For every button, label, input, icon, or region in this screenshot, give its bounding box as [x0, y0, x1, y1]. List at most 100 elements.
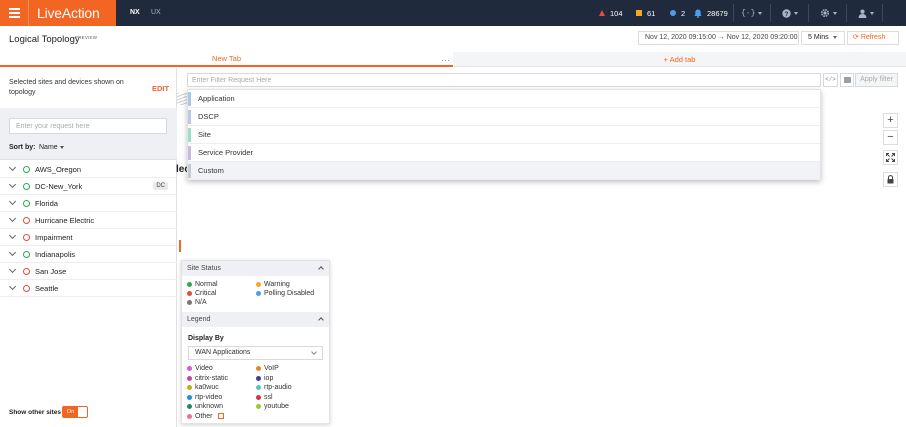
status-label: Critical — [195, 290, 217, 297]
legend-label: ssl — [264, 393, 273, 401]
filter-option-custom[interactable]: Custom — [188, 162, 820, 180]
site-row[interactable]: Impairment — [0, 229, 177, 246]
user-menu[interactable] — [858, 0, 874, 26]
chevron-down-icon[interactable] — [8, 163, 17, 172]
refresh-button[interactable]: ⟳ Refresh — [847, 31, 899, 45]
legend-dot-icon — [187, 366, 192, 371]
time-range-picker[interactable]: Nov 12, 2020 09:15:00 → Nov 12, 2020 09:… — [638, 31, 799, 45]
sort-select[interactable]: Name — [39, 144, 64, 151]
filter-option-site[interactable]: Site — [188, 126, 820, 144]
nav-separator — [882, 4, 883, 22]
site-status-icon — [23, 182, 30, 190]
zoom-in-button[interactable]: + — [883, 113, 898, 128]
edit-sites-button[interactable]: EDIT — [152, 84, 169, 93]
legend-item: unknown — [187, 403, 223, 410]
site-status-icon — [23, 216, 30, 224]
site-search-input[interactable] — [9, 118, 167, 134]
site-row[interactable]: Florida — [0, 195, 177, 212]
topology-edge-marker — [179, 240, 181, 252]
site-status-header[interactable]: Site Status — [182, 261, 329, 276]
help-menu[interactable]: ? — [782, 0, 798, 26]
legend-dot-icon — [187, 413, 192, 419]
filter-option-service-provider[interactable]: Service Provider — [188, 144, 820, 162]
save-filter-button[interactable] — [840, 73, 854, 87]
site-row[interactable]: Seattle — [0, 280, 177, 297]
legend-dot-icon — [187, 385, 192, 390]
zoom-out-button[interactable]: − — [883, 130, 898, 145]
site-status-icon — [23, 165, 30, 173]
fit-view-button[interactable] — [883, 150, 898, 165]
site-row[interactable]: Hurricane Electric — [0, 212, 177, 229]
chevron-down-icon[interactable] — [8, 231, 17, 240]
code-view-button[interactable]: </> — [823, 73, 838, 87]
chevron-down-icon[interactable] — [8, 282, 17, 291]
chevron-down-icon — [870, 11, 874, 15]
chevron-down-icon[interactable] — [8, 265, 17, 274]
site-name: Impairment — [35, 232, 73, 242]
chevron-down-icon — [832, 35, 837, 39]
lock-button[interactable] — [883, 172, 898, 187]
filter-option-application[interactable]: Application — [188, 90, 820, 108]
chevron-up-icon[interactable] — [318, 317, 324, 323]
tools-menu[interactable]: {·} — [741, 0, 763, 26]
nav-separator — [846, 4, 847, 22]
chevron-down-icon[interactable] — [8, 180, 17, 189]
site-row[interactable]: DC-New_York DC — [0, 178, 177, 195]
status-legend-item: N/A — [187, 299, 207, 306]
chevron-down-icon[interactable] — [8, 248, 17, 257]
site-row[interactable]: Indianapolis — [0, 246, 177, 263]
chevron-up-icon[interactable] — [318, 266, 324, 272]
apply-filter-button[interactable]: Apply filter — [855, 73, 898, 87]
tab-new-tab[interactable]: New Tab — [0, 52, 453, 67]
legend-item: ssl — [256, 394, 273, 401]
legend-header[interactable]: Legend — [182, 312, 329, 327]
info-alerts[interactable]: 2 — [670, 0, 685, 26]
legend-title: Legend — [187, 316, 211, 323]
info-dot-icon — [670, 10, 676, 16]
warning-alerts[interactable]: 61 — [636, 0, 655, 26]
notification-count: 28679 — [707, 8, 728, 18]
filter-option-dscp[interactable]: DSCP — [188, 108, 820, 126]
display-by-label: Display By — [188, 335, 224, 342]
settings-menu[interactable] — [820, 0, 837, 26]
legend-label: Video — [195, 365, 213, 372]
status-label: N/A — [195, 299, 207, 306]
interval-select[interactable]: 5 Mins — [801, 31, 845, 45]
topology-link-fragment — [177, 93, 187, 105]
legend-label: VoIP — [264, 365, 279, 372]
legend-dot-icon — [187, 404, 192, 409]
user-icon — [858, 9, 867, 18]
nav-tab-nx[interactable]: NX — [130, 0, 140, 26]
tab-more-icon[interactable]: … — [441, 52, 450, 65]
legend-dot-icon — [256, 394, 261, 400]
show-other-sites-label: Show other sites — [9, 409, 62, 416]
chevron-down-icon[interactable] — [8, 197, 17, 206]
add-tab-button[interactable]: + Add tab — [453, 52, 906, 67]
legend-item: youtube — [256, 403, 289, 410]
chevron-down-icon[interactable] — [8, 214, 17, 223]
site-status-icon — [23, 199, 30, 207]
critical-alerts[interactable]: 104 — [599, 0, 623, 26]
site-row[interactable]: San Jose — [0, 263, 177, 280]
chevron-down-icon — [833, 11, 837, 15]
legend-dot-icon — [187, 375, 192, 381]
legend-label: Other — [195, 412, 213, 420]
sort-value: Name — [39, 144, 58, 151]
site-row[interactable]: AWS_Oregon — [0, 161, 177, 178]
svg-text:?: ? — [785, 11, 789, 18]
display-by-select[interactable]: WAN Applications — [188, 346, 323, 360]
nav-separator — [770, 4, 771, 22]
notifications[interactable]: 28679 — [694, 0, 728, 26]
external-link-icon[interactable] — [217, 413, 224, 419]
show-other-sites-toggle[interactable]: On — [62, 406, 88, 418]
menu-icon[interactable] — [0, 0, 28, 26]
legend-item[interactable]: Other — [187, 413, 224, 420]
legend-dot-icon — [256, 375, 261, 381]
sidebar-search-area — [0, 108, 177, 160]
status-legend-item: Critical — [187, 290, 216, 297]
site-status-icon — [23, 233, 30, 241]
nav-tab-ux[interactable]: UX — [151, 0, 161, 26]
legend-panel: Site Status Normal Warning Critical Polling… — [181, 260, 330, 424]
filter-input[interactable] — [187, 73, 821, 87]
legend-item: iop — [256, 375, 273, 382]
